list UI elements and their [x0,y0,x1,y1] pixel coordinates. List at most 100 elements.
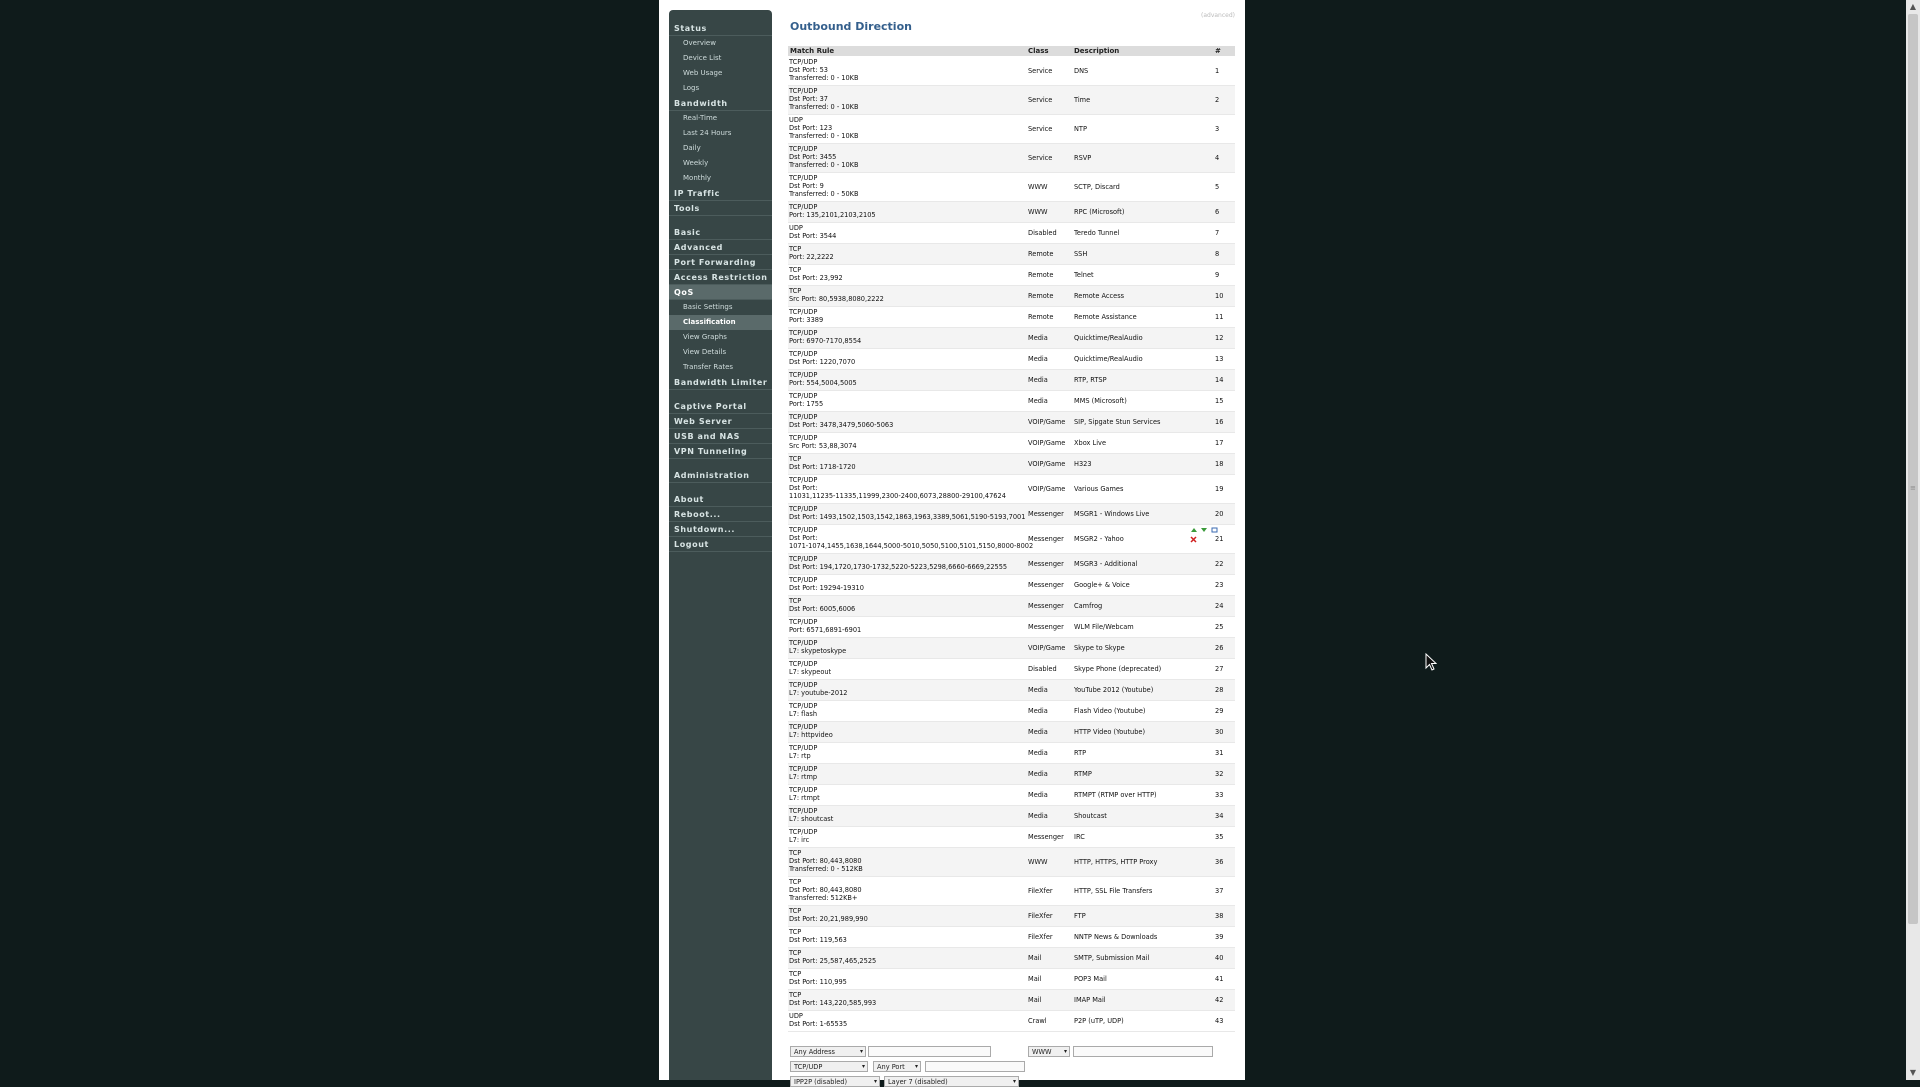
sidebar-item-about[interactable]: About [669,492,772,507]
table-row[interactable]: TCP Dst Port: 25,587,465,2525 Mail SMTP, S… [788,948,1235,969]
table-row[interactable]: TCP/UDP Dst Port: 37 Transferred: 0 - 10… [788,86,1235,115]
scroll-up-arrow-icon[interactable]: ▲ [1906,0,1920,14]
table-row[interactable]: TCP/UDP Port: 6970-7170,8554 Media Quickti… [788,328,1235,349]
layer7-select[interactable]: Layer 7 (disabled) ▾ [884,1076,1019,1087]
sidebar-item-access-restriction[interactable]: Access Restriction [669,270,772,285]
sidebar-item-shutdown[interactable]: Shutdown... [669,522,772,537]
table-row[interactable]: TCP/UDP Port: 1755 Media MMS (Microsoft) 15 [788,391,1235,412]
table-row[interactable]: TCP/UDP Port: 6571,6891-6901 Messenger WLM… [788,617,1235,638]
table-row[interactable]: TCP/UDP Dst Port: 11031,11235-11335,1199… [788,475,1235,504]
sidebar-item-bandwidth-limiter[interactable]: Bandwidth Limiter [669,375,772,390]
sidebar-item-monthly[interactable]: Monthly [669,171,772,186]
table-row[interactable]: TCP/UDP L7: skypeout Disabled Skype Phone … [788,659,1235,680]
address-input[interactable] [868,1046,991,1057]
sidebar-item-captive-portal[interactable]: Captive Portal [669,399,772,414]
table-row[interactable]: TCP/UDP Dst Port: 194,1720,1730-1732,522… [788,554,1235,575]
table-row[interactable]: TCP/UDP L7: rtmpt Media RTMPT (RTMP over H… [788,785,1235,806]
sidebar-item-tools[interactable]: Tools [669,201,772,216]
advanced-link[interactable]: (advanced) [1201,12,1235,19]
table-row[interactable]: TCP/UDP Dst Port: 1071-1074,1455,1638,16… [788,525,1235,554]
delete-icon[interactable] [1190,536,1197,543]
table-row[interactable]: TCP Dst Port: 23,992 Remote Telnet 9 [788,265,1235,286]
sidebar-item-web-usage[interactable]: Web Usage [669,66,772,81]
sidebar-item-daily[interactable]: Daily [669,141,772,156]
table-row[interactable]: TCP/UDP L7: youtube-2012 Media YouTube 201… [788,680,1235,701]
table-row[interactable]: TCP Dst Port: 119,563 FileXfer NNTP News &… [788,927,1235,948]
header-class[interactable]: Class [1028,47,1049,55]
protocol-select[interactable]: TCP/UDP ▾ [790,1061,868,1072]
table-row[interactable]: TCP Port: 22,2222 Remote SSH 8 [788,244,1235,265]
table-row[interactable]: TCP/UDP Dst Port: 19294-19310 Messenger Go… [788,575,1235,596]
sidebar-item-administration[interactable]: Administration [669,468,772,483]
table-row[interactable]: TCP Dst Port: 80,443,8080 Transferred: 0… [788,848,1235,877]
sidebar-item-weekly[interactable]: Weekly [669,156,772,171]
table-row[interactable]: TCP Dst Port: 143,220,585,993 Mail IMAP Ma… [788,990,1235,1011]
sidebar-item-usb-and-nas[interactable]: USB and NAS [669,429,772,444]
table-row[interactable]: TCP/UDP Src Port: 53,88,3074 VOIP/Game Xbo… [788,433,1235,454]
table-row[interactable]: TCP/UDP Dst Port: 1220,7070 Media Quicktim… [788,349,1235,370]
port-select[interactable]: Any Port ▾ [873,1061,921,1072]
sidebar-item-classification[interactable]: Classification [669,315,772,330]
sidebar-item-vpn-tunneling[interactable]: VPN Tunneling [669,444,772,459]
table-row[interactable]: TCP/UDP Dst Port: 1493,1502,1503,1542,18… [788,504,1235,525]
table-row[interactable]: TCP/UDP L7: flash Media Flash Video (Youtu… [788,701,1235,722]
sidebar-item-basic-settings[interactable]: Basic Settings [669,300,772,315]
sidebar-item-port-forwarding[interactable]: Port Forwarding [669,255,772,270]
header-description[interactable]: Description [1074,47,1119,55]
move-up-icon[interactable] [1191,528,1197,532]
sidebar-item-overview[interactable]: Overview [669,36,772,51]
sidebar-item-status[interactable]: Status [669,21,772,36]
sidebar-item-basic[interactable]: Basic [669,225,772,240]
table-row[interactable]: TCP Dst Port: 80,443,8080 Transferred: 5… [788,877,1235,906]
table-row[interactable]: UDP Dst Port: 123 Transferred: 0 - 10KB S… [788,115,1235,144]
scrollbar-thumb[interactable] [1908,14,1918,924]
sidebar-item-ip-traffic[interactable]: IP Traffic [669,186,772,201]
table-row[interactable]: UDP Dst Port: 3544 Disabled Teredo Tunnel 7 [788,223,1235,244]
sidebar-item-logs[interactable]: Logs [669,81,772,96]
class-select[interactable]: WWW ▾ [1028,1046,1070,1057]
sidebar-item-bandwidth[interactable]: Bandwidth [669,96,772,111]
sidebar-item-web-server[interactable]: Web Server [669,414,772,429]
table-row[interactable]: TCP Src Port: 80,5938,8080,2222 Remote Rem… [788,286,1235,307]
header-match-rule[interactable]: Match Rule [790,47,834,55]
description-input[interactable] [1073,1046,1213,1057]
address-select[interactable]: Any Address ▾ [790,1046,866,1057]
table-row[interactable]: TCP/UDP L7: rtp Media RTP 31 [788,743,1235,764]
sidebar-item-device-list[interactable]: Device List [669,51,772,66]
sidebar-item-reboot[interactable]: Reboot... [669,507,772,522]
sidebar-item-logout[interactable]: Logout [669,537,772,552]
table-row[interactable]: UDP Dst Port: 1-65535 Crawl P2P (uTP, UDP)… [788,1011,1235,1032]
header-number[interactable]: # [1215,47,1221,55]
table-row[interactable]: TCP/UDP L7: shoutcast Media Shoutcast 34 [788,806,1235,827]
table-row[interactable]: TCP Dst Port: 1718-1720 VOIP/Game H323 18 [788,454,1235,475]
scroll-down-arrow-icon[interactable]: ▼ [1906,1066,1920,1080]
edit-icon[interactable] [1211,527,1218,533]
sidebar-item-advanced[interactable]: Advanced [669,240,772,255]
table-row[interactable]: TCP Dst Port: 6005,6006 Messenger Camfrog 2… [788,596,1235,617]
sidebar-item-view-details[interactable]: View Details [669,345,772,360]
ipp2p-select[interactable]: IPP2P (disabled) ▾ [790,1076,880,1087]
table-row[interactable]: TCP/UDP L7: irc Messenger IRC 35 [788,827,1235,848]
sidebar-item-last-24-hours[interactable]: Last 24 Hours [669,126,772,141]
port-input[interactable] [925,1061,1025,1072]
page-scrollbar[interactable]: ▲ ≡ ▼ [1906,0,1920,1080]
move-down-icon[interactable] [1201,528,1207,532]
sidebar-item-real-time[interactable]: Real-Time [669,111,772,126]
table-row[interactable]: TCP/UDP Port: 135,2101,2103,2105 WWW RPC (… [788,202,1235,223]
table-row[interactable]: TCP/UDP L7: rtmp Media RTMP 32 [788,764,1235,785]
table-row[interactable]: TCP/UDP L7: skypetoskype VOIP/Game Skype t… [788,638,1235,659]
table-row[interactable]: TCP/UDP Dst Port: 9 Transferred: 0 - 50K… [788,173,1235,202]
table-row[interactable]: TCP Dst Port: 20,21,989,990 FileXfer FTP 38 [788,906,1235,927]
sidebar-item-qos[interactable]: QoS [669,285,772,300]
table-row[interactable]: TCP/UDP Dst Port: 53 Transferred: 0 - 10… [788,57,1235,86]
table-row[interactable]: TCP/UDP Port: 3389 Remote Remote Assistanc… [788,307,1235,328]
sidebar-item-view-graphs[interactable]: View Graphs [669,330,772,345]
table-row[interactable]: TCP/UDP L7: httpvideo Media HTTP Video (Yo… [788,722,1235,743]
sidebar-item-transfer-rates[interactable]: Transfer Rates [669,360,772,375]
class-cell: Service [1028,96,1053,104]
table-row[interactable]: TCP/UDP Dst Port: 3478,3479,5060-5063 VOI… [788,412,1235,433]
table-row[interactable]: TCP/UDP Dst Port: 3455 Transferred: 0 - … [788,144,1235,173]
row-number-cell: 28 [1215,686,1224,694]
table-row[interactable]: TCP/UDP Port: 554,5004,5005 Media RTP, RTS… [788,370,1235,391]
table-row[interactable]: TCP Dst Port: 110,995 Mail POP3 Mail 41 [788,969,1235,990]
